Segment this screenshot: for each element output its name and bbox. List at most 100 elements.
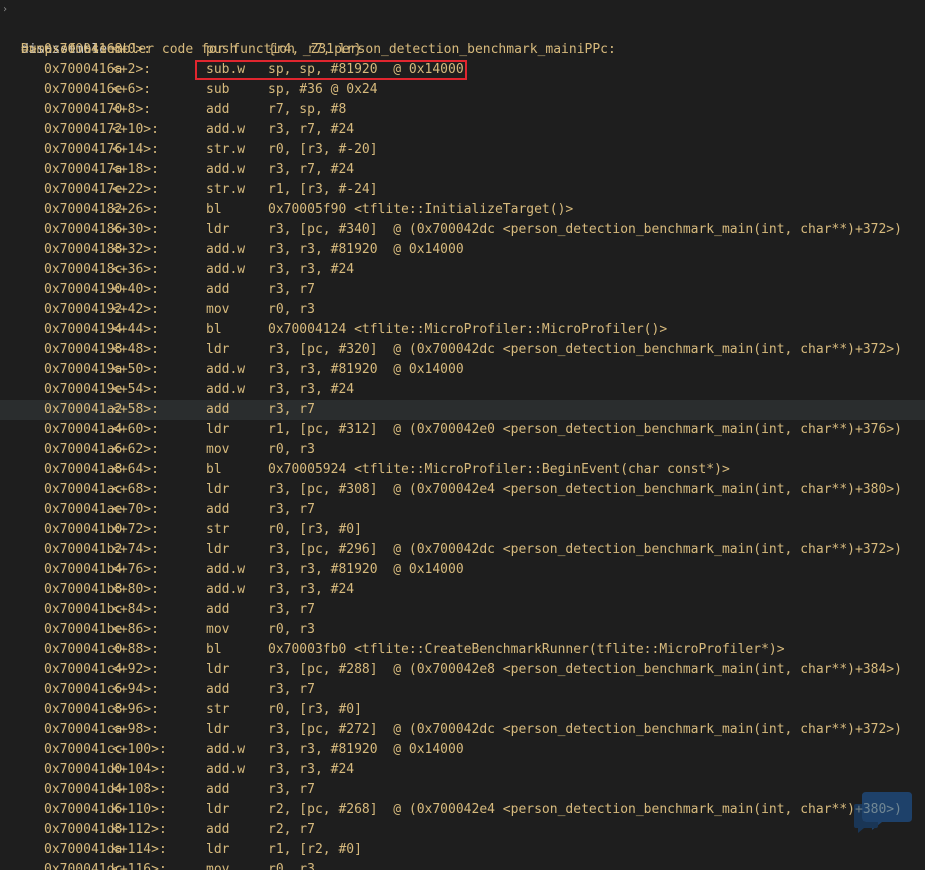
disassembly-row: 0x700041bc <+84>: add r3, r7 <box>0 600 925 620</box>
instruction-mnemonic: add.w <box>206 562 246 577</box>
instruction-mnemonic: add <box>206 682 230 697</box>
instruction-address: 0x700041c0 <box>44 642 123 657</box>
instruction-mnemonic: ldr <box>206 842 230 857</box>
instruction-address: 0x700041dc <box>44 862 123 870</box>
instruction-operands: r0, [r3, #0] <box>268 522 362 537</box>
instruction-offset: <+2>: <box>112 62 152 77</box>
instruction-mnemonic: str.w <box>206 182 246 197</box>
disassembly-row: 0x700041a4 <+60>: ldr r1, [pc, #312] @ (0x7… <box>0 420 925 440</box>
instruction-mnemonic: add.w <box>206 742 246 757</box>
disassembly-row: 0x70004190 <+40>: add r3, r7 <box>0 280 925 300</box>
instruction-offset: <+74>: <box>112 542 159 557</box>
instruction-address: 0x70004176 <box>44 142 123 157</box>
disassembly-row: 0x700041a2 <+58>: add r3, r7 <box>0 400 925 420</box>
instruction-offset: <+80>: <box>112 582 159 597</box>
instruction-operands: r3, r3, #81920 @ 0x14000 <box>268 742 464 757</box>
instruction-address: 0x700041d8 <box>44 822 123 837</box>
instruction-mnemonic: ldr <box>206 722 230 737</box>
disassembly-row: 0x700041da <+114>: ldr r1, [r2, #0] <box>0 840 925 860</box>
chevron-right-icon: › <box>2 4 9 15</box>
instruction-operands: sp, #36 @ 0x24 <box>268 82 378 97</box>
instruction-mnemonic: add.w <box>206 362 246 377</box>
current-instruction-marker: => <box>21 42 37 57</box>
instruction-address: 0x7000416e <box>44 82 123 97</box>
disassembly-row: 0x700041ca <+98>: ldr r3, [pc, #272] @ (0x7… <box>0 720 925 740</box>
instruction-offset: <+98>: <box>112 722 159 737</box>
instruction-offset: <+48>: <box>112 342 159 357</box>
disassembly-header: Dump of assembler code for function _Z31… <box>0 20 925 57</box>
instruction-offset: <+0>: <box>112 42 152 57</box>
instruction-address: 0x70004190 <box>44 282 123 297</box>
command-line: › disassemble <box>0 0 925 57</box>
disassembly-row: 0x70004198 <+48>: ldr r3, [pc, #320] @ (0x7… <box>0 340 925 360</box>
instruction-address: 0x700041ac <box>44 482 123 497</box>
instruction-address: 0x70004170 <box>44 102 123 117</box>
instruction-operands: r3, r7 <box>268 682 315 697</box>
instruction-offset: <+94>: <box>112 682 159 697</box>
instruction-mnemonic: ldr <box>206 662 230 677</box>
disassembly-row: 0x700041a6 <+62>: mov r0, r3 <box>0 440 925 460</box>
instruction-address: 0x700041c8 <box>44 702 123 717</box>
instruction-operands: 0x70004124 <tflite::MicroProfiler::Micro… <box>268 322 668 337</box>
disassembly-row: 0x700041d8 <+112>: add r2, r7 <box>0 820 925 840</box>
instruction-address: 0x700041d0 <box>44 762 123 777</box>
disassembly-row: 0x700041c0 <+88>: bl 0x70003fb0 <tflite::Cr… <box>0 640 925 660</box>
instruction-offset: <+116>: <box>112 862 167 870</box>
disassembly-row: => 0x70004168 <+0>: push {r4, r7, lr} <box>0 40 925 60</box>
instruction-operands: r3, [pc, #320] @ (0x700042dc <person_det… <box>268 342 902 357</box>
instruction-offset: <+108>: <box>112 782 167 797</box>
instruction-offset: <+44>: <box>112 322 159 337</box>
instruction-address: 0x700041ca <box>44 722 123 737</box>
disassembly-row: 0x7000418c <+36>: add.w r3, r3, #24 <box>0 260 925 280</box>
instruction-mnemonic: add <box>206 502 230 517</box>
disassembly-row: 0x7000416a <+2>: sub.w sp, sp, #81920 @ 0x1… <box>0 60 925 80</box>
instruction-offset: <+88>: <box>112 642 159 657</box>
instruction-offset: <+36>: <box>112 262 159 277</box>
instruction-address: 0x7000419a <box>44 362 123 377</box>
instruction-address: 0x70004192 <box>44 302 123 317</box>
instruction-operands: r3, [pc, #272] @ (0x700042dc <person_det… <box>268 722 902 737</box>
instruction-offset: <+50>: <box>112 362 159 377</box>
disassembly-row: 0x70004188 <+32>: add.w r3, r3, #81920 @ 0x… <box>0 240 925 260</box>
disassembly-row: 0x700041cc <+100>: add.w r3, r3, #81920 @ 0… <box>0 740 925 760</box>
disassembly-row: 0x700041ac <+68>: ldr r3, [pc, #308] @ (0x7… <box>0 480 925 500</box>
disassembly-row: 0x700041be <+86>: mov r0, r3 <box>0 620 925 640</box>
instruction-mnemonic: add <box>206 102 230 117</box>
disassembly-row: 0x7000419a <+50>: add.w r3, r3, #81920 @ 0x… <box>0 360 925 380</box>
instruction-operands: r3, r7 <box>268 782 315 797</box>
instruction-mnemonic: add <box>206 282 230 297</box>
instruction-address: 0x70004182 <box>44 202 123 217</box>
instruction-address: 0x700041d6 <box>44 802 123 817</box>
instruction-operands: r0, r3 <box>268 622 315 637</box>
instruction-offset: <+104>: <box>112 762 167 777</box>
disassembly-row: 0x700041d0 <+104>: add.w r3, r3, #24 <box>0 760 925 780</box>
instruction-operands: r0, r3 <box>268 862 315 870</box>
instruction-offset: <+112>: <box>112 822 167 837</box>
instruction-offset: <+64>: <box>112 462 159 477</box>
instruction-mnemonic: ldr <box>206 342 230 357</box>
instruction-address: 0x700041d4 <box>44 782 123 797</box>
chat-bubble-icon[interactable] <box>852 788 914 834</box>
instruction-address: 0x7000417e <box>44 182 123 197</box>
instruction-offset: <+26>: <box>112 202 159 217</box>
instruction-address: 0x700041b2 <box>44 542 123 557</box>
instruction-mnemonic: str <box>206 522 230 537</box>
instruction-offset: <+14>: <box>112 142 159 157</box>
instruction-operands: r3, r3, #24 <box>268 582 355 597</box>
instruction-mnemonic: sub.w <box>206 62 246 77</box>
instruction-operands: r1, [r2, #0] <box>268 842 362 857</box>
disassembly-listing: => 0x70004168 <+0>: push {r4, r7, lr} 0x70004… <box>0 40 925 870</box>
instruction-offset: <+96>: <box>112 702 159 717</box>
instruction-operands: r0, [r3, #0] <box>268 702 362 717</box>
instruction-offset: <+110>: <box>112 802 167 817</box>
disassembly-row: 0x700041dc <+116>: mov r0, r3 <box>0 860 925 870</box>
instruction-operands: r0, r3 <box>268 302 315 317</box>
disassembly-row: 0x70004192 <+42>: mov r0, r3 <box>0 300 925 320</box>
instruction-address: 0x7000416a <box>44 62 123 77</box>
disassembly-row: 0x70004186 <+30>: ldr r3, [pc, #340] @ (0x7… <box>0 220 925 240</box>
instruction-operands: sp, sp, #81920 @ 0x14000 <box>268 62 464 77</box>
instruction-offset: <+40>: <box>112 282 159 297</box>
instruction-operands: r0, [r3, #-20] <box>268 142 378 157</box>
instruction-offset: <+72>: <box>112 522 159 537</box>
instruction-offset: <+100>: <box>112 742 167 757</box>
